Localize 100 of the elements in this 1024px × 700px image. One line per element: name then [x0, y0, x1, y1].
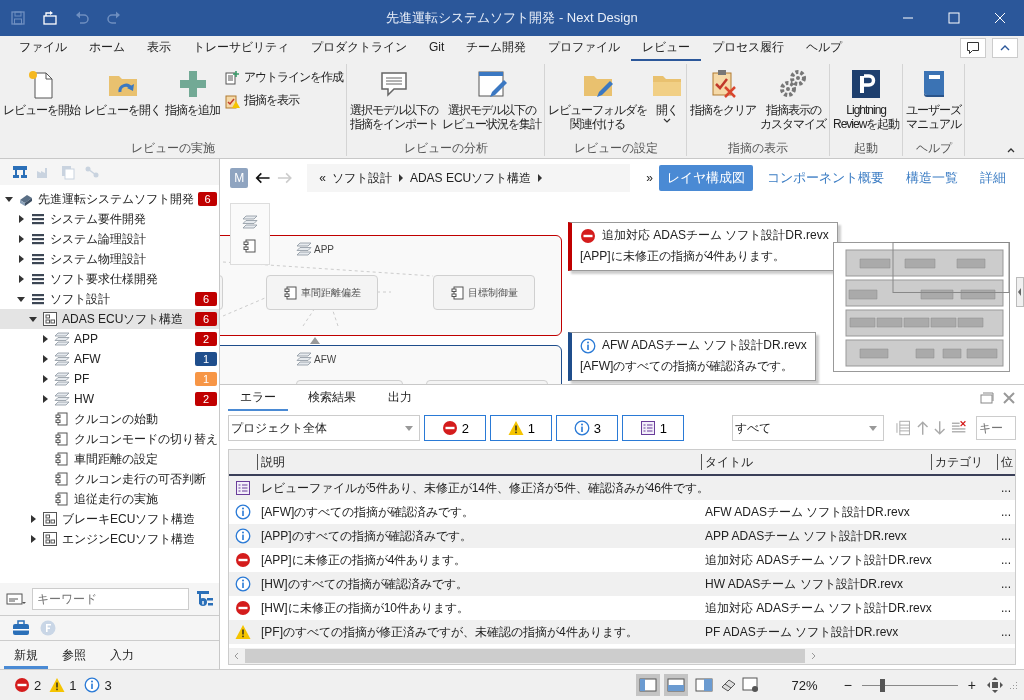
- view-tab[interactable]: コンポーネント概要: [759, 165, 892, 191]
- menu-tab[interactable]: プロダクトライン: [300, 35, 418, 61]
- menu-tab[interactable]: レビュー: [631, 35, 702, 61]
- move-icon[interactable]: [986, 676, 1004, 694]
- menu-tab[interactable]: プロファイル: [537, 35, 632, 61]
- view-tab[interactable]: 詳細: [972, 165, 1014, 191]
- slider-thumb[interactable]: [880, 678, 886, 692]
- tree-item[interactable]: ソフト設計 6: [0, 289, 219, 309]
- panel-tab[interactable]: 参照: [52, 641, 96, 669]
- tree-item[interactable]: システム論理設計: [0, 229, 219, 249]
- filter-button[interactable]: 1: [622, 415, 685, 441]
- expand-caret-icon[interactable]: [16, 254, 26, 264]
- ribbon-button[interactable]: アウトラインを作成: [222, 68, 345, 87]
- menu-tab[interactable]: チーム開発: [455, 35, 538, 61]
- maximize-icon[interactable]: [948, 12, 960, 24]
- toolbox-icon[interactable]: [12, 620, 30, 636]
- tree-item[interactable]: システム要件開発: [0, 209, 219, 229]
- layout-button[interactable]: [663, 674, 688, 696]
- collapse-tab-icon[interactable]: [1016, 277, 1024, 307]
- panel-tab[interactable]: エラー: [228, 385, 288, 411]
- column-header[interactable]: カテゴリ: [931, 454, 997, 470]
- panel-tab[interactable]: 出力: [376, 385, 424, 411]
- zoom-out-button[interactable]: −: [837, 677, 858, 693]
- ribbon-button[interactable]: 開く: [649, 64, 685, 126]
- feedback-button[interactable]: [960, 38, 986, 58]
- expand-caret-icon[interactable]: [28, 514, 38, 524]
- filter-button[interactable]: 2: [424, 415, 487, 441]
- ribbon-button[interactable]: 指摘表示の カスタマイズ: [758, 64, 828, 132]
- tree-item[interactable]: ソフト要求仕様開発: [0, 269, 219, 289]
- ribbon-button[interactable]: レビューフォルダを 関連付ける: [546, 64, 649, 132]
- expand-caret-icon[interactable]: [40, 374, 50, 384]
- scroll-left-icon[interactable]: [233, 652, 241, 660]
- expand-caret-icon[interactable]: [40, 354, 50, 364]
- caret-up-icon[interactable]: [1006, 146, 1016, 154]
- category-dropdown[interactable]: すべて: [732, 415, 885, 441]
- expand-caret-icon[interactable]: [40, 394, 50, 404]
- zoom-in-button[interactable]: +: [961, 677, 982, 693]
- view-tab[interactable]: 構造一覧: [898, 165, 966, 191]
- breadcrumb-item[interactable]: ADAS ECUソフト構造: [409, 169, 532, 187]
- tree-item[interactable]: クルコンの始動: [0, 409, 219, 429]
- ribbon-button[interactable]: 指摘を表示: [222, 91, 345, 110]
- ribbon-button[interactable]: レビューを開始: [1, 64, 82, 118]
- expand-caret-icon[interactable]: [16, 214, 26, 224]
- tree-item[interactable]: ADAS ECUソフト構造 6: [0, 309, 219, 329]
- column-header[interactable]: 説明: [257, 454, 701, 470]
- tree-item[interactable]: 追従走行の実施: [0, 489, 219, 509]
- expand-caret-icon[interactable]: [28, 314, 38, 324]
- filter-button[interactable]: 3: [556, 415, 619, 441]
- menu-tab[interactable]: 表示: [136, 35, 182, 61]
- horizontal-scrollbar[interactable]: [229, 648, 1015, 664]
- ribbon-button[interactable]: ユーザーズ マニュアル: [904, 64, 964, 132]
- hierarchy-info-icon[interactable]: [195, 590, 213, 608]
- overflow-chevron[interactable]: »: [646, 171, 653, 185]
- panel-tab[interactable]: 検索結果: [296, 385, 368, 411]
- scope-dropdown[interactable]: プロジェクト全体: [228, 415, 421, 441]
- expand-caret-icon[interactable]: [16, 274, 26, 284]
- ribbon-button[interactable]: Lightning Reviewを起動: [831, 64, 902, 132]
- expand-caret-icon[interactable]: [16, 234, 26, 244]
- breadcrumb-item[interactable]: ソフト設計: [331, 169, 392, 187]
- tree-item[interactable]: 車間距離の設定: [0, 449, 219, 469]
- tree-item[interactable]: AFW 1: [0, 349, 219, 369]
- tree-item[interactable]: クルコンモードの切り替え: [0, 429, 219, 449]
- ribbon-button[interactable]: 選択モデル以下の レビュー状況を集計: [440, 64, 543, 132]
- view-tab[interactable]: レイヤ構成図: [659, 165, 753, 191]
- ribbon-button[interactable]: レビューを開く: [82, 64, 163, 118]
- component-box[interactable]: 目標制御量: [433, 275, 535, 310]
- column-header[interactable]: 位: [997, 454, 1021, 470]
- search-field[interactable]: キー: [976, 416, 1017, 440]
- expand-caret-icon[interactable]: [16, 294, 26, 304]
- layout-button[interactable]: [635, 674, 660, 696]
- column-header[interactable]: タイトル: [701, 454, 931, 470]
- tree-item[interactable]: HW 2: [0, 389, 219, 409]
- tree-item[interactable]: エンジンECUソフト構造: [0, 529, 219, 549]
- menu-tab[interactable]: プロセス履行: [701, 35, 796, 61]
- back-arrow-icon[interactable]: [254, 171, 271, 185]
- menu-tab[interactable]: Git: [418, 37, 456, 59]
- expand-caret-icon[interactable]: [40, 334, 50, 344]
- ribbon-button[interactable]: 指摘を追加: [163, 64, 222, 118]
- text-filter-icon[interactable]: [6, 592, 26, 606]
- scroll-right-icon[interactable]: [809, 652, 817, 660]
- eraser-icon[interactable]: [719, 677, 738, 693]
- menu-tab[interactable]: トレーサビリティ: [182, 35, 300, 61]
- ribbon-button[interactable]: 選択モデル以下の 指摘をインポート: [348, 64, 440, 132]
- menu-tab[interactable]: ファイル: [8, 35, 78, 61]
- resize-grip-icon[interactable]: [1008, 680, 1018, 690]
- expand-caret-icon[interactable]: [28, 534, 38, 544]
- tree-item[interactable]: PF 1: [0, 369, 219, 389]
- breadcrumb-start[interactable]: «: [319, 171, 326, 185]
- tree-item[interactable]: ブレーキECUソフト構造: [0, 509, 219, 529]
- tree-item[interactable]: システム物理設計: [0, 249, 219, 269]
- window-gear-icon[interactable]: [741, 677, 760, 693]
- sync-icon[interactable]: [42, 10, 58, 26]
- ribbon-button[interactable]: 指摘をクリア: [688, 64, 758, 118]
- component-box[interactable]: 車間距離偏差: [266, 275, 378, 310]
- keyword-field[interactable]: キーワード: [32, 588, 189, 610]
- menu-tab[interactable]: ホーム: [78, 35, 136, 61]
- tree-item[interactable]: APP 2: [0, 329, 219, 349]
- menu-tab[interactable]: ヘルプ: [795, 35, 854, 61]
- filter-button[interactable]: 1: [490, 415, 553, 441]
- tree-item[interactable]: 先進運転システムソフト開発 6: [0, 189, 219, 209]
